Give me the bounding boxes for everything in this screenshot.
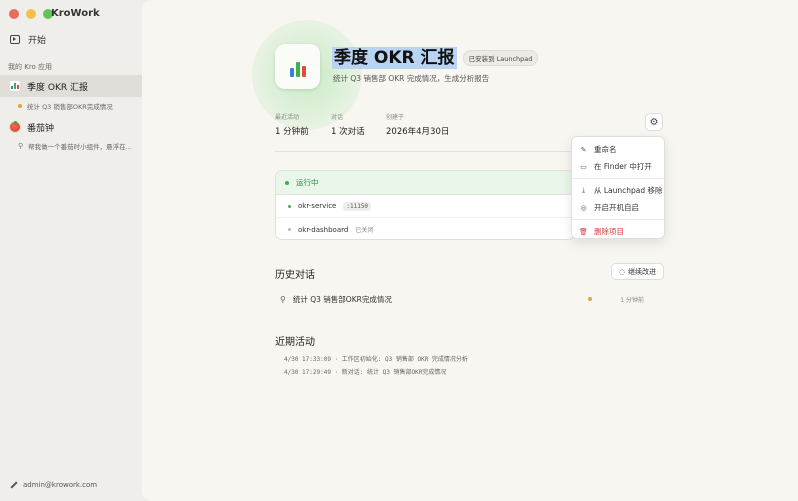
sidebar-item-label: 番茄钟 — [27, 123, 55, 134]
sidebar-item-start[interactable]: 开始 — [10, 32, 46, 46]
title-row: 季度 OKR 汇报 已安装到 Launchpad — [332, 47, 539, 69]
sidebar-item-pomodoro[interactable]: 番茄钟 — [0, 116, 142, 138]
stat-value: 1 次对话 — [331, 127, 365, 137]
sidebar-item-label: 季度 OKR 汇报 — [27, 82, 88, 93]
tomato-icon — [9, 121, 21, 133]
window-controls — [9, 9, 53, 19]
play-icon — [10, 34, 20, 44]
sidebar-subitem-pomodoro[interactable]: ⚲ 帮我做一个番茄时小组件，悬浮在... — [18, 141, 132, 151]
status-dot — [18, 104, 22, 108]
menu-item-label: 从 Launchpad 移除 — [594, 186, 663, 195]
activity-title: 近期活动 — [275, 337, 315, 348]
sidebar-subitem-label: 帮我做一个番茄时小组件，悬浮在... — [28, 143, 132, 151]
sidebar-item-okr[interactable]: 季度 OKR 汇报 — [0, 75, 142, 97]
menu-item-label: 在 Finder 中打开 — [594, 162, 652, 171]
sidebar-subitem-okr[interactable]: 统计 Q3 销售部OKR完成情况 — [18, 101, 113, 111]
unread-dot — [588, 297, 592, 301]
stat-label: 最近活动 — [275, 114, 300, 121]
sidebar-item-label: 开始 — [28, 35, 47, 46]
activity-item: 4/30 17:29:49 · 新对话: 统计 Q3 销售部OKR完成情况 — [284, 369, 447, 376]
download-icon: ⤓ — [581, 186, 586, 194]
app-window: KroWork 开始 我的 Kro 应用 季度 OKR 汇报 统计 Q3 销售部… — [0, 0, 798, 501]
service-name: okr-dashboard — [298, 225, 349, 234]
close-window-button[interactable] — [9, 9, 19, 19]
context-menu: ✎ 重命名 ▭ 在 Finder 中打开 ⤓ 从 Launchpad 移除 ◎ … — [571, 136, 665, 239]
history-item-time: 1 分钟前 — [620, 296, 644, 304]
service-running-dot — [288, 204, 291, 208]
stat-value: 1 分钟前 — [275, 127, 309, 137]
user-account[interactable]: admin@krowork.com — [10, 481, 97, 489]
power-icon: ◎ — [580, 203, 587, 212]
installed-badge: 已安装到 Launchpad — [462, 50, 539, 66]
stat-last-activity: 最近活动 1 分钟前 — [275, 112, 331, 137]
menu-item-label: 删除项目 — [594, 227, 624, 236]
trash-icon: 🗑 — [579, 227, 588, 236]
pencil-icon: ✎ — [580, 145, 587, 154]
status-label: 运行中 — [296, 178, 319, 187]
history-item-label: 统计 Q3 销售部OKR完成情况 — [292, 294, 392, 304]
button-label: 继续改进 — [628, 267, 657, 276]
menu-rename[interactable]: ✎ 重命名 — [572, 141, 664, 158]
menu-item-label: 开启开机自启 — [594, 203, 639, 212]
stat-conversations: 对话 1 次对话 — [331, 112, 386, 137]
stat-value: 2026年4月30日 — [386, 127, 450, 137]
page-subtitle: 统计 Q3 销售部 OKR 完成情况，生成分析报告 — [333, 74, 490, 83]
running-dot — [285, 180, 289, 185]
sidebar: KroWork 开始 我的 Kro 应用 季度 OKR 汇报 统计 Q3 销售部… — [0, 0, 142, 501]
continue-improve-button[interactable]: ◌ 继续改进 — [611, 263, 664, 280]
gear-icon: ⚙ — [649, 116, 659, 128]
menu-separator — [572, 219, 664, 220]
stats-row: 最近活动 1 分钟前 对话 1 次对话 创建于 2026年4月30日 — [275, 112, 476, 137]
minimize-window-button[interactable] — [26, 9, 36, 19]
user-email: admin@krowork.com — [23, 481, 98, 489]
pen-icon — [10, 481, 18, 489]
page-title[interactable]: 季度 OKR 汇报 — [332, 47, 457, 69]
settings-button[interactable]: ⚙ — [645, 113, 663, 131]
folder-icon: ▭ — [580, 162, 587, 171]
running-status: 运行中 — [276, 171, 574, 195]
service-state: 已关闭 — [355, 227, 374, 234]
service-row[interactable]: okr-dashboard 已关闭 — [276, 218, 574, 239]
history-item[interactable]: ⚲ 统计 Q3 销售部OKR完成情况 1 分钟前 — [280, 292, 664, 306]
app-title: KroWork — [51, 8, 100, 19]
service-status-card: 运行中 okr-service :11150 okr-dashboard 已关闭 — [275, 170, 575, 240]
sidebar-subitem-label: 统计 Q3 销售部OKR完成情况 — [27, 103, 113, 111]
app-chart-icon — [275, 44, 320, 89]
service-port: :11150 — [343, 201, 372, 211]
menu-item-label: 重命名 — [594, 145, 617, 154]
main-panel: 季度 OKR 汇报 已安装到 Launchpad 统计 Q3 销售部 OKR 完… — [142, 0, 798, 501]
service-stopped-dot — [288, 228, 291, 231]
agent-icon: ⚲ — [280, 294, 286, 304]
service-name: okr-service — [298, 202, 337, 210]
stat-label: 对话 — [331, 114, 344, 121]
menu-separator — [572, 178, 664, 179]
stat-created: 创建于 2026年4月30日 — [386, 112, 476, 137]
activity-item: 4/30 17:33:09 · 工作区初始化: Q3 销售部 OKR 完成情况分… — [284, 356, 468, 363]
chart-icon — [9, 80, 21, 92]
menu-autostart[interactable]: ◎ 开启开机自启 — [572, 199, 664, 216]
chat-bubble-icon: ◌ — [618, 267, 626, 276]
section-label: 我的 Kro 应用 — [8, 63, 53, 71]
history-title: 历史对话 — [275, 270, 315, 281]
menu-delete[interactable]: 🗑 删除项目 — [572, 223, 664, 240]
service-row[interactable]: okr-service :11150 — [276, 195, 574, 218]
menu-open-finder[interactable]: ▭ 在 Finder 中打开 — [572, 158, 664, 175]
stat-label: 创建于 — [386, 114, 405, 121]
pin-icon: ⚲ — [18, 142, 24, 150]
menu-remove-launchpad[interactable]: ⤓ 从 Launchpad 移除 — [572, 182, 664, 199]
